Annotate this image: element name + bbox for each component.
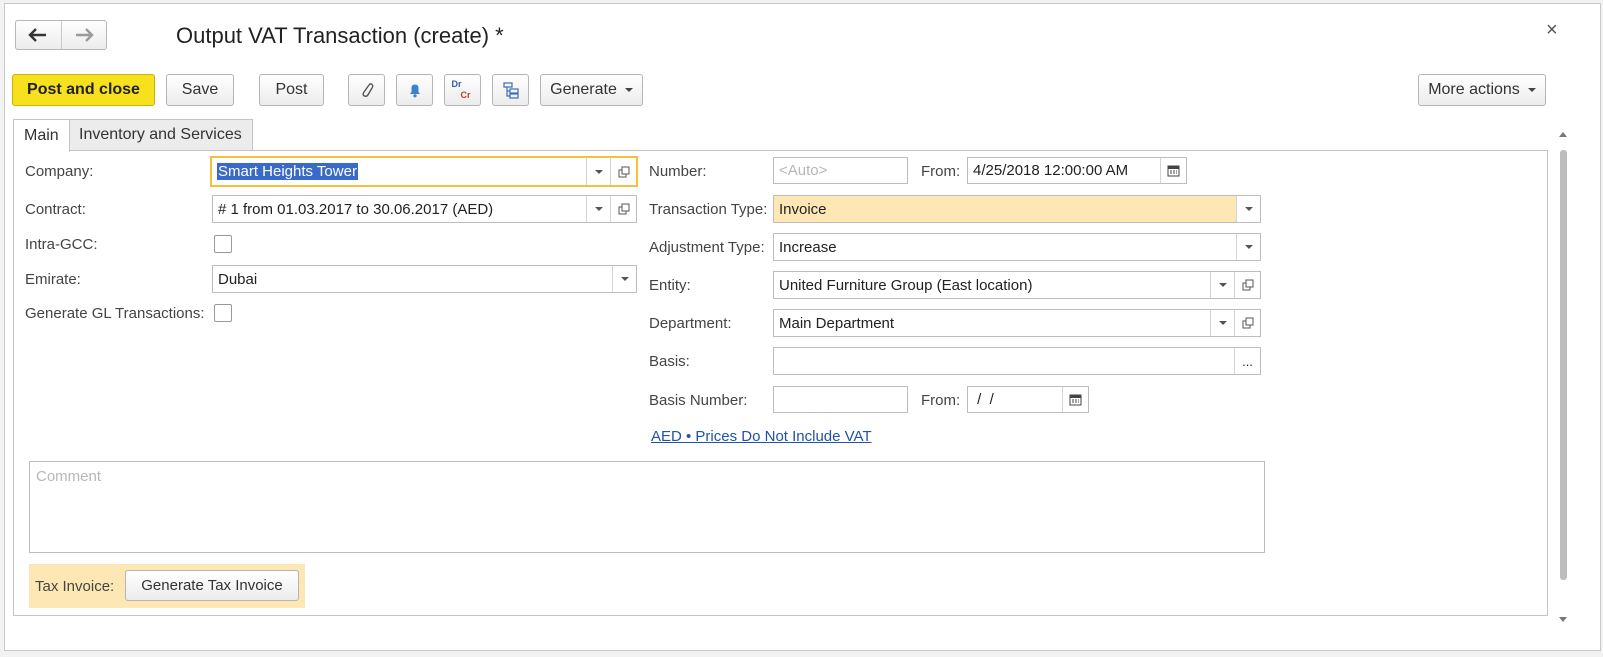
department-field[interactable]: Main Department (773, 309, 1261, 337)
department-label: Department: (649, 315, 732, 332)
close-icon[interactable]: × (1546, 20, 1558, 40)
company-label: Company: (25, 163, 94, 180)
emirate-field[interactable]: Dubai (212, 265, 637, 293)
open-icon[interactable] (610, 196, 636, 222)
structure-button[interactable] (492, 74, 529, 106)
back-button[interactable] (16, 21, 61, 49)
select-more-icon[interactable]: ... (1234, 348, 1260, 374)
basis-label: Basis: (649, 353, 690, 370)
open-icon[interactable] (610, 158, 636, 185)
adjustment-type-label: Adjustment Type: (649, 239, 765, 256)
chevron-down-icon[interactable] (1236, 196, 1260, 222)
tab-inventory-and-services[interactable]: Inventory and Services (68, 119, 253, 150)
generate-tax-invoice-button[interactable]: Generate Tax Invoice (125, 570, 299, 601)
journal-entries-button[interactable]: Dr Cr (444, 74, 481, 106)
scroll-up-icon[interactable] (1559, 132, 1567, 137)
scroll-thumb[interactable] (1560, 150, 1567, 580)
transaction-type-value: Invoice (779, 200, 827, 218)
attach-button[interactable] (348, 74, 385, 106)
basis-number-field[interactable] (773, 386, 908, 413)
form-window: Output VAT Transaction (create) * × Post… (4, 3, 1601, 651)
intra-gcc-checkbox[interactable] (214, 235, 232, 253)
chevron-down-icon[interactable] (586, 158, 610, 185)
generate-menu-button[interactable]: Generate (540, 74, 643, 106)
date-value: 4/25/2018 12:00:00 AM (973, 162, 1129, 179)
entity-field[interactable]: United Furniture Group (East location) (773, 271, 1261, 299)
adjustment-type-field[interactable]: Increase (773, 233, 1261, 261)
calendar-icon[interactable] (1062, 387, 1088, 412)
number-label: Number: (649, 163, 707, 180)
paperclip-icon (361, 83, 373, 97)
calendar-icon[interactable] (1160, 158, 1186, 183)
more-actions-button[interactable]: More actions (1418, 74, 1546, 106)
tab-main[interactable]: Main (13, 119, 70, 152)
history-navigation (15, 20, 107, 50)
date-field[interactable]: 4/25/2018 12:00:00 AM (967, 157, 1187, 184)
tax-invoice-group: Tax Invoice: Generate Tax Invoice (29, 564, 305, 608)
post-and-close-button[interactable]: Post and close (12, 74, 155, 106)
chevron-down-icon[interactable] (1210, 310, 1234, 336)
number-placeholder: <Auto> (779, 162, 828, 179)
save-button[interactable]: Save (166, 74, 234, 106)
comment-textarea[interactable]: Comment (29, 461, 1265, 553)
post-button[interactable]: Post (259, 74, 324, 106)
arrow-right-icon (75, 28, 94, 42)
basis-number-label: Basis Number: (649, 392, 748, 409)
dr-cr-icon: Dr Cr (451, 79, 471, 100)
forward-button[interactable] (60, 21, 107, 49)
entity-label: Entity: (649, 277, 691, 294)
reminder-button[interactable] (396, 74, 433, 106)
company-field[interactable]: Smart Heights Tower (210, 156, 638, 187)
basis-date-value: / / (973, 391, 994, 408)
chevron-down-icon[interactable] (586, 196, 610, 222)
chevron-down-icon (624, 88, 633, 92)
entity-value: United Furniture Group (East location) (779, 276, 1033, 294)
department-value: Main Department (779, 314, 895, 332)
emirate-label: Emirate: (25, 271, 81, 288)
chevron-down-icon[interactable] (1210, 272, 1234, 298)
contract-label: Contract: (25, 201, 86, 218)
transaction-type-field[interactable]: Invoice (773, 195, 1261, 223)
tax-invoice-label: Tax Invoice: (35, 578, 115, 595)
page-title: Output VAT Transaction (create) * (176, 23, 504, 48)
generate-gl-checkbox[interactable] (214, 304, 232, 322)
chevron-down-icon[interactable] (612, 266, 636, 292)
date-from-label: From: (921, 163, 961, 180)
open-icon[interactable] (1234, 310, 1260, 336)
generate-gl-label: Generate GL Transactions: (25, 305, 205, 322)
structure-icon (502, 82, 519, 99)
vertical-scrollbar[interactable] (1558, 130, 1568, 624)
scroll-down-icon[interactable] (1559, 617, 1567, 622)
contract-value: # 1 from 01.03.2017 to 30.06.2017 (AED) (218, 200, 494, 218)
emirate-value: Dubai (218, 270, 258, 288)
number-field[interactable]: <Auto> (773, 157, 908, 184)
basis-field[interactable]: ... (773, 347, 1261, 375)
arrow-left-icon (28, 28, 47, 42)
basis-date-field[interactable]: / / (967, 386, 1089, 413)
chevron-down-icon[interactable] (1236, 234, 1260, 260)
contract-field[interactable]: # 1 from 01.03.2017 to 30.06.2017 (AED) (212, 195, 637, 223)
bell-icon (409, 84, 420, 98)
company-value: Smart Heights Tower (217, 163, 358, 180)
basis-from-label: From: (921, 392, 961, 409)
intra-gcc-label: Intra-GCC: (25, 236, 98, 253)
chevron-down-icon (1527, 88, 1536, 92)
open-icon[interactable] (1234, 272, 1260, 298)
currency-prices-link[interactable]: AED • Prices Do Not Include VAT (651, 428, 872, 445)
transaction-type-label: Transaction Type: (649, 201, 768, 218)
adjustment-type-value: Increase (779, 238, 837, 256)
